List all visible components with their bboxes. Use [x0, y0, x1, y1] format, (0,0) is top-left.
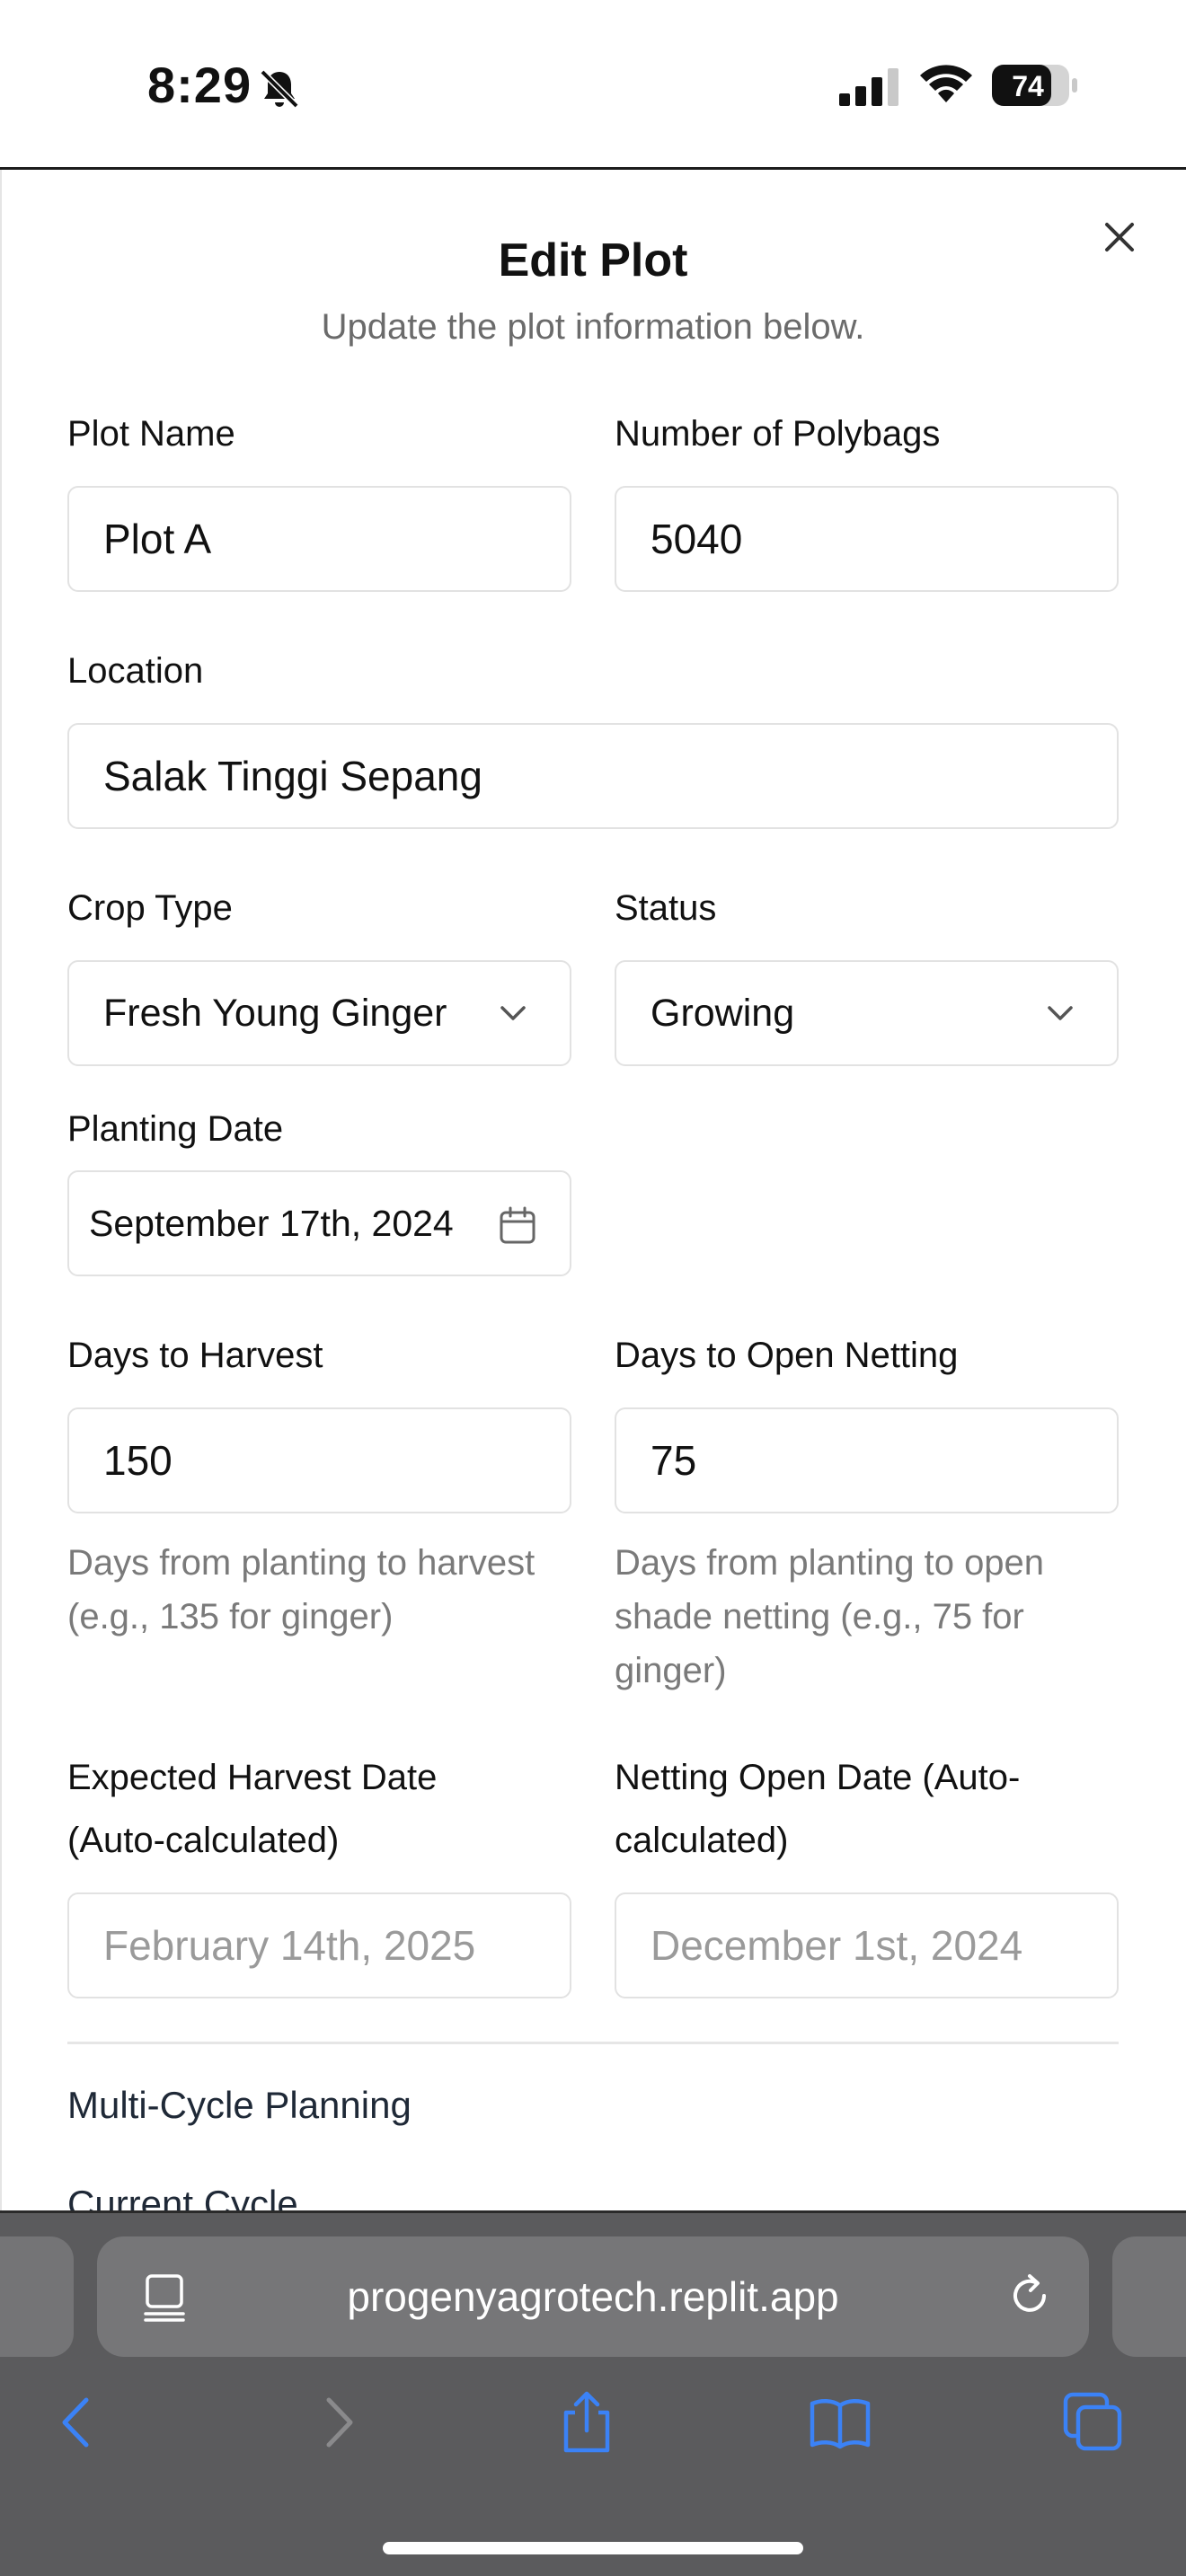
- planting-date-value: September 17th, 2024: [89, 1202, 454, 1244]
- crop-type-label: Crop Type: [67, 888, 233, 928]
- home-indicator: [383, 2542, 803, 2554]
- location-value: Salak Tinggi Sepang: [103, 753, 482, 799]
- polybags-value: 5040: [651, 516, 743, 562]
- days-to-harvest-label: Days to Harvest: [67, 1336, 323, 1375]
- status-bar: 8:29 74: [0, 0, 1186, 167]
- netting-open-input: December 1st, 2024: [615, 1892, 1119, 1998]
- calendar-icon: [500, 1206, 535, 1244]
- days-to-harvest-help: Days from planting to harvest (e.g., 135…: [67, 1543, 535, 1636]
- days-to-harvest-input[interactable]: 150: [67, 1407, 571, 1513]
- polybags-label: Number of Polybags: [615, 414, 941, 454]
- location-input[interactable]: Salak Tinggi Sepang: [67, 723, 1119, 829]
- plot-name-label: Plot Name: [67, 414, 235, 454]
- dialog-title: Edit Plot: [498, 234, 688, 287]
- battery-level: 74: [1012, 70, 1044, 102]
- days-to-netting-value: 75: [651, 1437, 697, 1484]
- cellular-signal-icon: [839, 68, 898, 106]
- crop-type-value: Fresh Young Ginger: [103, 991, 447, 1035]
- days-to-harvest-value: 150: [103, 1437, 173, 1484]
- plot-name-value: Plot A: [103, 516, 212, 562]
- status-label: Status: [615, 888, 717, 928]
- days-to-netting-input[interactable]: 75: [615, 1407, 1119, 1513]
- status-value: Growing: [651, 991, 795, 1035]
- crop-type-select[interactable]: Fresh Young Ginger: [67, 960, 571, 1066]
- reload-icon[interactable]: [1005, 2271, 1055, 2321]
- share-icon[interactable]: [553, 2389, 620, 2456]
- polybags-input[interactable]: 5040: [615, 486, 1119, 592]
- expected-harvest-input: February 14th, 2025: [67, 1892, 571, 1998]
- toolbar-edge: [0, 2210, 1186, 2213]
- days-to-netting-label: Days to Open Netting: [615, 1336, 959, 1375]
- dialog-subtitle: Update the plot information below.: [321, 307, 865, 347]
- netting-open-value: December 1st, 2024: [651, 1922, 1023, 1969]
- battery-icon: 74: [992, 65, 1077, 106]
- chevron-down-icon: [500, 1006, 526, 1020]
- expected-harvest-value: February 14th, 2025: [103, 1922, 476, 1969]
- multi-cycle-title: Multi-Cycle Planning: [67, 2084, 412, 2126]
- back-icon[interactable]: [45, 2389, 111, 2456]
- forward-icon[interactable]: [304, 2389, 370, 2456]
- bell-muted-icon: [260, 69, 299, 109]
- status-time: 8:29: [147, 57, 252, 113]
- bookmarks-icon[interactable]: [807, 2389, 873, 2456]
- location-label: Location: [67, 651, 204, 691]
- chevron-down-icon: [1048, 1006, 1073, 1020]
- status-select[interactable]: Growing: [615, 960, 1119, 1066]
- close-icon[interactable]: [1098, 216, 1141, 259]
- section-divider: [67, 2042, 1119, 2044]
- wifi-icon: [920, 65, 972, 102]
- planting-date-label: Planting Date: [67, 1109, 284, 1149]
- days-to-netting-help: Days from planting to open shade netting…: [615, 1543, 1045, 1690]
- tabs-icon[interactable]: [1060, 2389, 1127, 2456]
- expected-harvest-label: Expected Harvest Date (Auto-calculated): [67, 1758, 438, 1860]
- netting-open-label: Netting Open Date (Auto-calculated): [615, 1758, 1021, 1860]
- plot-name-input[interactable]: Plot A: [67, 486, 571, 592]
- planting-date-picker[interactable]: September 17th, 2024: [67, 1170, 571, 1276]
